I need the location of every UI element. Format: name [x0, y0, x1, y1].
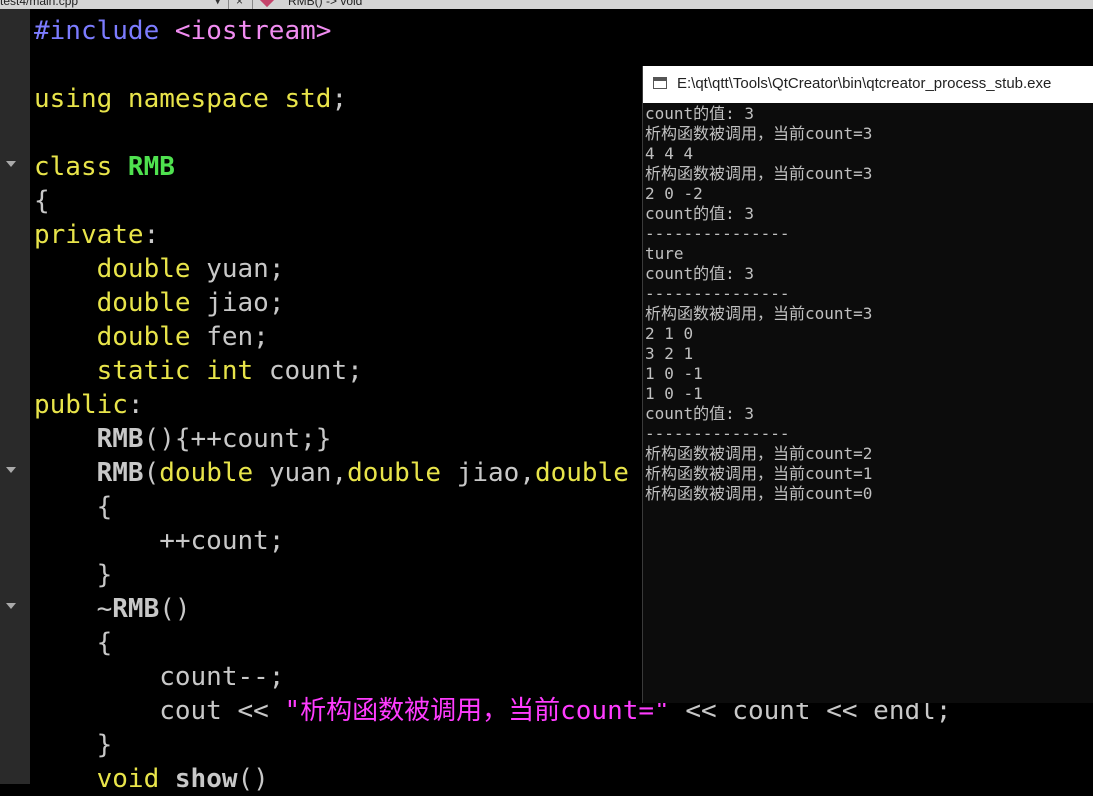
- code-token: yuan: [268, 458, 332, 488]
- code-token: RMB: [96, 424, 144, 454]
- code-token: show: [174, 764, 238, 794]
- code-token: double: [96, 322, 207, 352]
- console-line: count的值: 3: [645, 204, 755, 223]
- code-token: ,: [519, 458, 535, 488]
- code-token: :: [143, 220, 160, 250]
- code-token: ;: [253, 322, 269, 352]
- code-token: ++count;: [34, 526, 285, 556]
- code-token: ,: [331, 458, 348, 488]
- console-title: E:\qt\qtt\Tools\QtCreator\bin\qtcreator_…: [677, 75, 1052, 92]
- code-token: namespace: [127, 84, 285, 114]
- file-selector[interactable]: test4/main.cpp: [0, 0, 78, 8]
- console-title-bar[interactable]: E:\qt\qtt\Tools\QtCreator\bin\qtcreator_…: [643, 66, 1093, 103]
- code-token: private: [34, 220, 144, 250]
- code-token: public: [34, 390, 128, 420]
- code-token: (: [143, 458, 160, 488]
- console-line: 2 0 -2: [645, 184, 703, 203]
- code-token: double: [159, 458, 269, 488]
- method-icon: [259, 0, 275, 8]
- code-token: ;: [268, 288, 285, 318]
- console-line: 3 2 1: [645, 344, 694, 363]
- console-line: 1 0 -1: [645, 364, 703, 383]
- fold-marker-icon[interactable]: [6, 161, 16, 167]
- code-token: yuan: [206, 254, 269, 284]
- code-token: {: [34, 186, 50, 216]
- code-token: #include: [34, 16, 175, 46]
- code-line: }: [34, 728, 1093, 762]
- code-token: std: [284, 84, 332, 114]
- code-token: double: [347, 458, 457, 488]
- code-token: <iostream>: [174, 16, 332, 46]
- console-window-icon: [653, 77, 667, 89]
- code-token: using: [34, 84, 128, 114]
- console-line: 1 0 -1: [645, 384, 703, 403]
- code-token: count--;: [34, 662, 285, 692]
- code-token: ~: [34, 594, 113, 624]
- code-line: void show(): [34, 762, 1093, 796]
- console-line: 析构函数被调用，当前count=1: [645, 464, 873, 483]
- console-output: count的值: 3 析构函数被调用，当前count=3 4 4 4 析构函数被调用，…: [645, 104, 1093, 504]
- console-line: count的值: 3: [645, 404, 755, 423]
- code-token: (){++count;}: [143, 424, 332, 454]
- console-line: ---------------: [645, 424, 790, 443]
- code-token: "析构函数被调用，当前count=": [284, 696, 670, 726]
- code-token: void: [96, 764, 175, 794]
- code-line: #include <iostream>: [34, 14, 1093, 48]
- code-token: (): [237, 764, 269, 794]
- console-line: ture: [645, 244, 684, 263]
- code-token: ;: [347, 356, 363, 386]
- code-token: cout <<: [34, 696, 285, 726]
- console-line: ---------------: [645, 224, 790, 243]
- code-token: RMB: [127, 152, 175, 182]
- code-token: }: [34, 560, 113, 590]
- console-line: 析构函数被调用，当前count=3: [645, 304, 873, 323]
- code-token: RMB: [112, 594, 160, 624]
- close-file-button[interactable]: ×: [236, 0, 243, 8]
- console-line: ---------------: [645, 284, 790, 303]
- toolbar-divider: [252, 0, 253, 9]
- code-token: :: [127, 390, 144, 420]
- chevron-down-icon[interactable]: ▼: [215, 0, 220, 7]
- console-line: 2 1 0: [645, 324, 694, 343]
- code-token: (): [159, 594, 191, 624]
- code-token: double: [534, 458, 629, 488]
- fold-marker-icon[interactable]: [6, 603, 16, 609]
- console-line: count的值: 3: [645, 264, 755, 283]
- code-token: count: [268, 356, 348, 386]
- code-token: {: [34, 492, 113, 522]
- console-window[interactable]: E:\qt\qtt\Tools\QtCreator\bin\qtcreator_…: [642, 66, 1093, 703]
- console-line: count的值: 3: [645, 104, 755, 123]
- code-token: ;: [331, 84, 348, 114]
- toolbar-divider: [228, 0, 229, 9]
- code-token: RMB: [96, 458, 144, 488]
- code-token: class: [34, 152, 128, 182]
- console-line: 析构函数被调用，当前count=3: [645, 164, 873, 183]
- code-token: int: [206, 356, 269, 386]
- code-token: }: [34, 730, 113, 760]
- code-token: jiao: [206, 288, 269, 318]
- console-line: 析构函数被调用，当前count=0: [645, 484, 873, 503]
- code-token: {: [34, 628, 113, 658]
- code-token: static: [96, 356, 207, 386]
- console-line: 析构函数被调用，当前count=2: [645, 444, 873, 463]
- editor-toolbar: test4/main.cpp ▼ × RMB() -> void: [0, 0, 1093, 9]
- code-token: double: [96, 288, 207, 318]
- code-token: ;: [268, 254, 285, 284]
- console-line: 析构函数被调用，当前count=3: [645, 124, 873, 143]
- console-line: 4 4 4: [645, 144, 694, 163]
- editor-gutter: [0, 9, 30, 784]
- fold-marker-icon[interactable]: [6, 467, 16, 473]
- code-token: double: [96, 254, 207, 284]
- code-token: fen: [206, 322, 254, 352]
- code-token: jiao: [456, 458, 520, 488]
- symbol-selector[interactable]: RMB() -> void: [288, 0, 362, 8]
